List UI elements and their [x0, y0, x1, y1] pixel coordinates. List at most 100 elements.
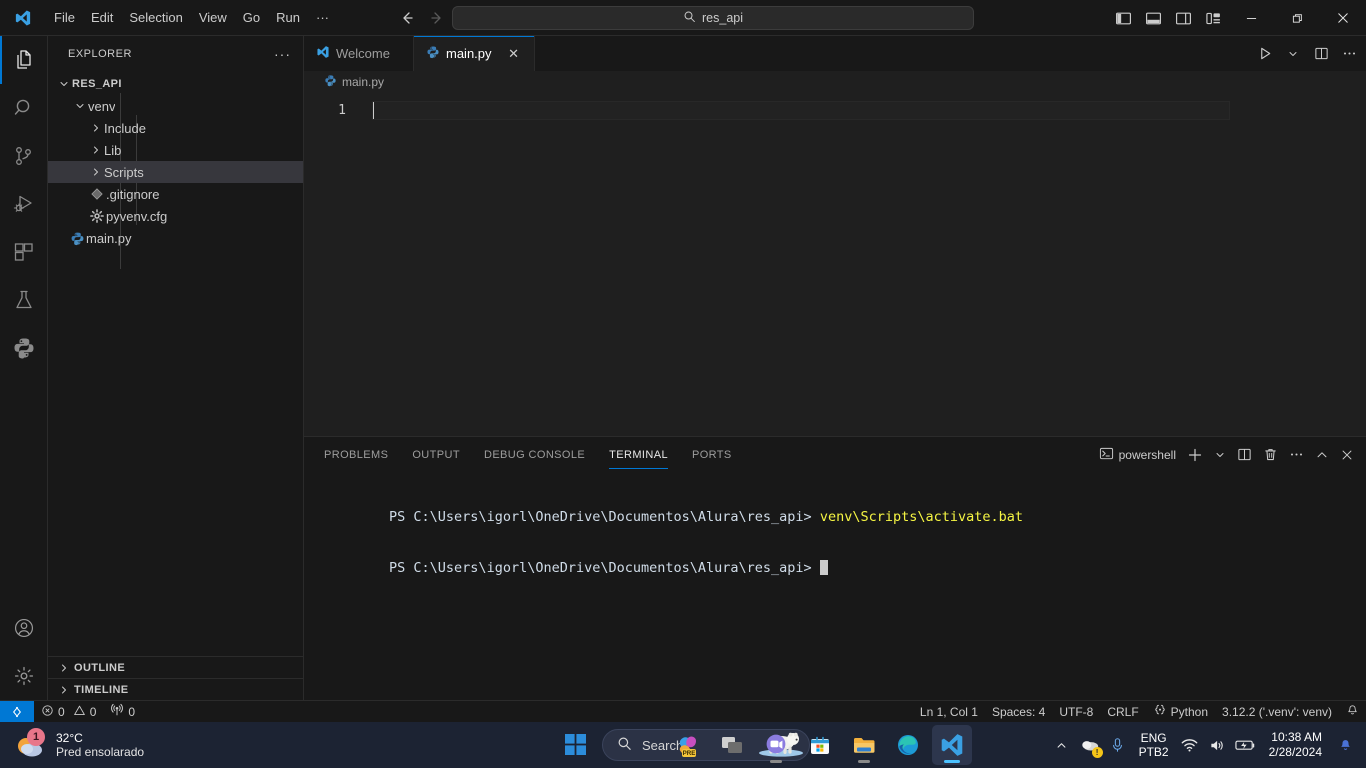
taskbar-app-microsoft-store[interactable] — [800, 725, 840, 765]
taskbar-app-vs-code[interactable] — [932, 725, 972, 765]
sidebar-section-timeline[interactable]: TIMELINE — [48, 678, 303, 700]
panel-actions: powershell — [1095, 437, 1358, 472]
breadcrumb-label: main.py — [342, 75, 385, 89]
tab-output[interactable]: OUTPUT — [412, 437, 460, 472]
split-editor-icon[interactable] — [1308, 41, 1334, 67]
new-terminal-icon[interactable] — [1183, 443, 1207, 467]
sidebar-item-extensions[interactable] — [0, 228, 48, 276]
panel-more-actions-icon[interactable] — [1285, 443, 1308, 467]
status-cursor-position[interactable]: Ln 1, Col 1 — [913, 701, 985, 723]
speaker-icon[interactable] — [1205, 725, 1231, 765]
taskbar-app-chat[interactable] — [756, 725, 796, 765]
menu-more[interactable]: ··· — [308, 7, 337, 29]
tab-welcome[interactable]: Welcome — [304, 36, 414, 71]
tree-row-pyvenv-cfg[interactable]: pyvenv.cfg — [48, 205, 303, 227]
status-language-mode[interactable]: Python — [1146, 701, 1215, 723]
tray-overflow-chevron-icon[interactable] — [1049, 725, 1075, 765]
weather-badge: 1 — [27, 728, 45, 746]
notification-bell-icon[interactable] — [1332, 725, 1358, 765]
sidebar-more-actions-icon[interactable]: ··· — [274, 47, 291, 61]
run-python-file-icon[interactable] — [1252, 41, 1278, 67]
tree-row-gitignore[interactable]: .gitignore — [48, 183, 303, 205]
status-eol[interactable]: CRLF — [1100, 701, 1145, 723]
search-icon — [683, 10, 696, 26]
chevron-down-icon — [72, 100, 88, 112]
weather-widget[interactable]: 1 32°C Pred ensolarado — [0, 728, 300, 760]
split-terminal-icon[interactable] — [1233, 443, 1256, 467]
onedrive-icon[interactable]: ! — [1077, 725, 1103, 765]
remote-window-button[interactable] — [0, 700, 34, 723]
sidebar-item-testing[interactable] — [0, 276, 48, 324]
tree-row-lib[interactable]: Lib — [48, 139, 303, 161]
more-actions-icon[interactable] — [1336, 41, 1362, 67]
command-center[interactable]: res_api — [452, 6, 974, 30]
taskbar-app-task-view[interactable] — [712, 725, 752, 765]
wifi-icon[interactable] — [1177, 725, 1203, 765]
tab-ports[interactable]: PORTS — [692, 437, 732, 472]
editor-area: Welcome main.py ✕ main.py 1 — [304, 36, 1366, 436]
input-language-indicator[interactable]: ENG PTB2 — [1133, 731, 1175, 759]
language-label: Python — [1170, 704, 1209, 719]
toggle-panel-icon[interactable] — [1139, 4, 1167, 32]
bell-icon — [1346, 704, 1359, 720]
menu-file[interactable]: File — [46, 7, 83, 29]
tree-row-main-py[interactable]: main.py — [48, 227, 303, 249]
sidebar-item-search[interactable] — [0, 84, 48, 132]
window-minimize-button[interactable] — [1228, 0, 1274, 36]
tab-problems[interactable]: PROBLEMS — [324, 437, 388, 472]
title-bar: File Edit Selection View Go Run ··· res_… — [0, 0, 1366, 36]
menu-run[interactable]: Run — [268, 7, 308, 29]
tab-main-py[interactable]: main.py ✕ — [414, 36, 535, 71]
tree-row-include[interactable]: Include — [48, 117, 303, 139]
tab-terminal[interactable]: TERMINAL — [609, 437, 668, 472]
window-restore-button[interactable] — [1274, 0, 1320, 36]
toggle-primary-sidebar-icon[interactable] — [1109, 4, 1137, 32]
code-editor[interactable]: 1 — [304, 93, 1366, 436]
status-notifications[interactable] — [1339, 701, 1366, 723]
window-close-button[interactable] — [1320, 0, 1366, 36]
microphone-icon[interactable] — [1105, 725, 1131, 765]
maximize-panel-icon[interactable] — [1311, 443, 1333, 467]
back-icon[interactable] — [395, 6, 419, 30]
tab-close-icon[interactable]: ✕ — [506, 46, 522, 62]
tree-row-res-api[interactable]: RES_API — [48, 73, 303, 95]
battery-charging-icon[interactable] — [1233, 725, 1259, 765]
breadcrumb[interactable]: main.py — [304, 71, 1366, 93]
accounts-icon[interactable] — [0, 604, 48, 652]
menu-view[interactable]: View — [191, 7, 235, 29]
terminal-powershell-icon — [1099, 446, 1114, 464]
terminal-shell-selector[interactable]: powershell — [1095, 443, 1180, 467]
chevron-down-icon[interactable] — [1280, 41, 1306, 67]
terminal-output[interactable]: PS C:\Users\igorl\OneDrive\Documentos\Al… — [304, 472, 1366, 700]
sidebar-item-python[interactable] — [0, 324, 48, 372]
forward-icon[interactable] — [425, 6, 449, 30]
sidebar-item-run-and-debug[interactable] — [0, 180, 48, 228]
bottom-panel: PROBLEMS OUTPUT DEBUG CONSOLE TERMINAL P… — [304, 436, 1366, 700]
terminal-dropdown-chevron-icon[interactable] — [1210, 443, 1230, 467]
status-ports[interactable]: 0 — [103, 701, 142, 723]
kill-terminal-icon[interactable] — [1259, 443, 1282, 467]
sidebar-item-explorer[interactable] — [0, 36, 48, 84]
tree-row-venv[interactable]: venv — [48, 95, 303, 117]
sidebar-item-source-control[interactable] — [0, 132, 48, 180]
taskbar-app-copilot[interactable]: PRE — [668, 725, 708, 765]
menu-selection[interactable]: Selection — [121, 7, 190, 29]
customize-layout-icon[interactable] — [1199, 4, 1227, 32]
taskbar-app-file-explorer[interactable] — [844, 725, 884, 765]
sidebar-section-outline[interactable]: OUTLINE — [48, 656, 303, 678]
close-panel-icon[interactable] — [1336, 443, 1358, 467]
status-problems[interactable]: 0 0 — [34, 701, 103, 723]
gear-icon[interactable] — [0, 652, 48, 700]
toggle-secondary-sidebar-icon[interactable] — [1169, 4, 1197, 32]
tab-label: main.py — [446, 46, 492, 61]
taskbar-app-microsoft-edge[interactable] — [888, 725, 928, 765]
taskbar-clock[interactable]: 10:38 AM 2/28/2024 — [1261, 730, 1330, 760]
status-python-interpreter[interactable]: 3.12.2 ('.venv': venv) — [1215, 701, 1339, 723]
menu-edit[interactable]: Edit — [83, 7, 121, 29]
tree-row-scripts[interactable]: Scripts — [48, 161, 303, 183]
menu-go[interactable]: Go — [235, 7, 268, 29]
windows-start-button[interactable] — [556, 725, 596, 765]
status-indentation[interactable]: Spaces: 4 — [985, 701, 1052, 723]
status-encoding[interactable]: UTF-8 — [1052, 701, 1100, 723]
tab-debug-console[interactable]: DEBUG CONSOLE — [484, 437, 585, 472]
